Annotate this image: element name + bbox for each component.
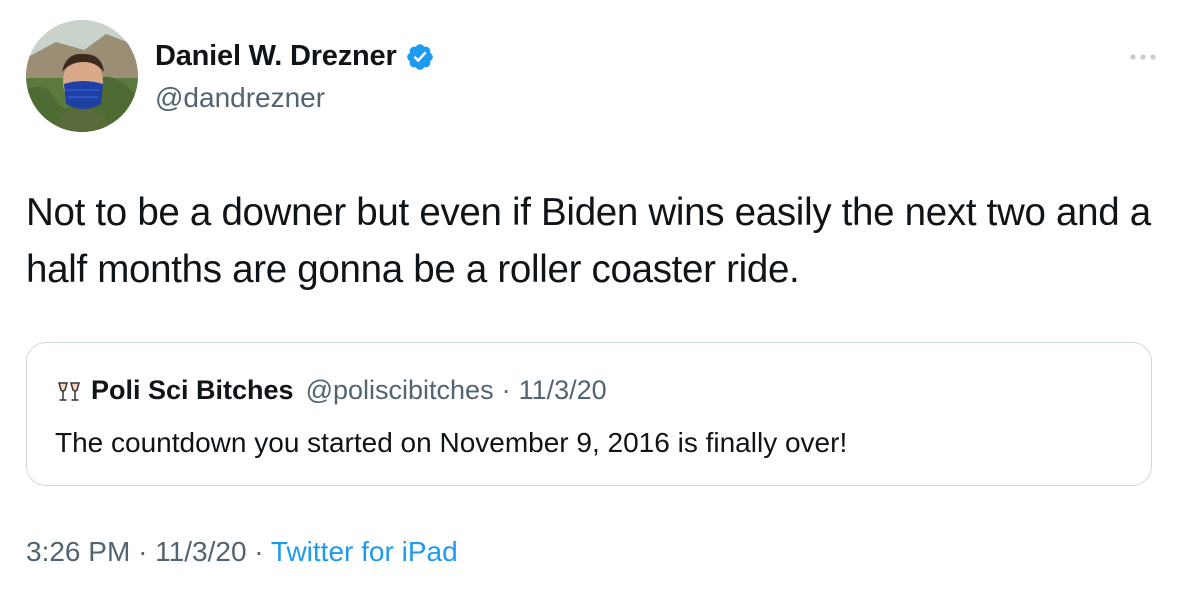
quoted-author-name[interactable]: Poli Sci Bitches [91, 375, 294, 406]
author-name-row: Daniel W. Drezner [155, 40, 435, 73]
quoted-tweet-text: The countdown you started on November 9,… [55, 427, 848, 458]
more-options-icon[interactable] [1128, 50, 1158, 64]
tweet-date[interactable]: 11/3/20 [155, 536, 246, 567]
verified-badge-icon [406, 43, 433, 70]
quoted-author-handle[interactable]: @poliscibitches [306, 375, 494, 406]
wine-glasses-icon [58, 381, 80, 401]
tweet-card: Daniel W. Drezner @dandrezner Not to be … [0, 0, 1200, 600]
quoted-separator: · [501, 375, 511, 405]
quoted-tweet[interactable]: Poli Sci Bitches @poliscibitches · 11/3/… [26, 342, 1152, 486]
tweet-source-link[interactable]: Twitter for iPad [271, 536, 458, 567]
avatar[interactable] [26, 20, 138, 132]
quoted-tweet-header: Poli Sci Bitches @poliscibitches · 11/3/… [55, 375, 607, 406]
avatar-image [26, 20, 138, 132]
tweet-time[interactable]: 3:26 PM [26, 536, 130, 567]
author-display-name[interactable]: Daniel W. Drezner [155, 40, 397, 73]
meta-separator: · [254, 536, 264, 567]
tweet-meta: 3:26 PM · 11/3/20 · Twitter for iPad [26, 536, 458, 568]
quoted-date[interactable]: 11/3/20 [519, 375, 607, 406]
author-handle[interactable]: @dandrezner [155, 82, 325, 114]
tweet-text: Not to be a downer but even if Biden win… [26, 191, 1151, 291]
meta-separator: · [138, 536, 148, 567]
